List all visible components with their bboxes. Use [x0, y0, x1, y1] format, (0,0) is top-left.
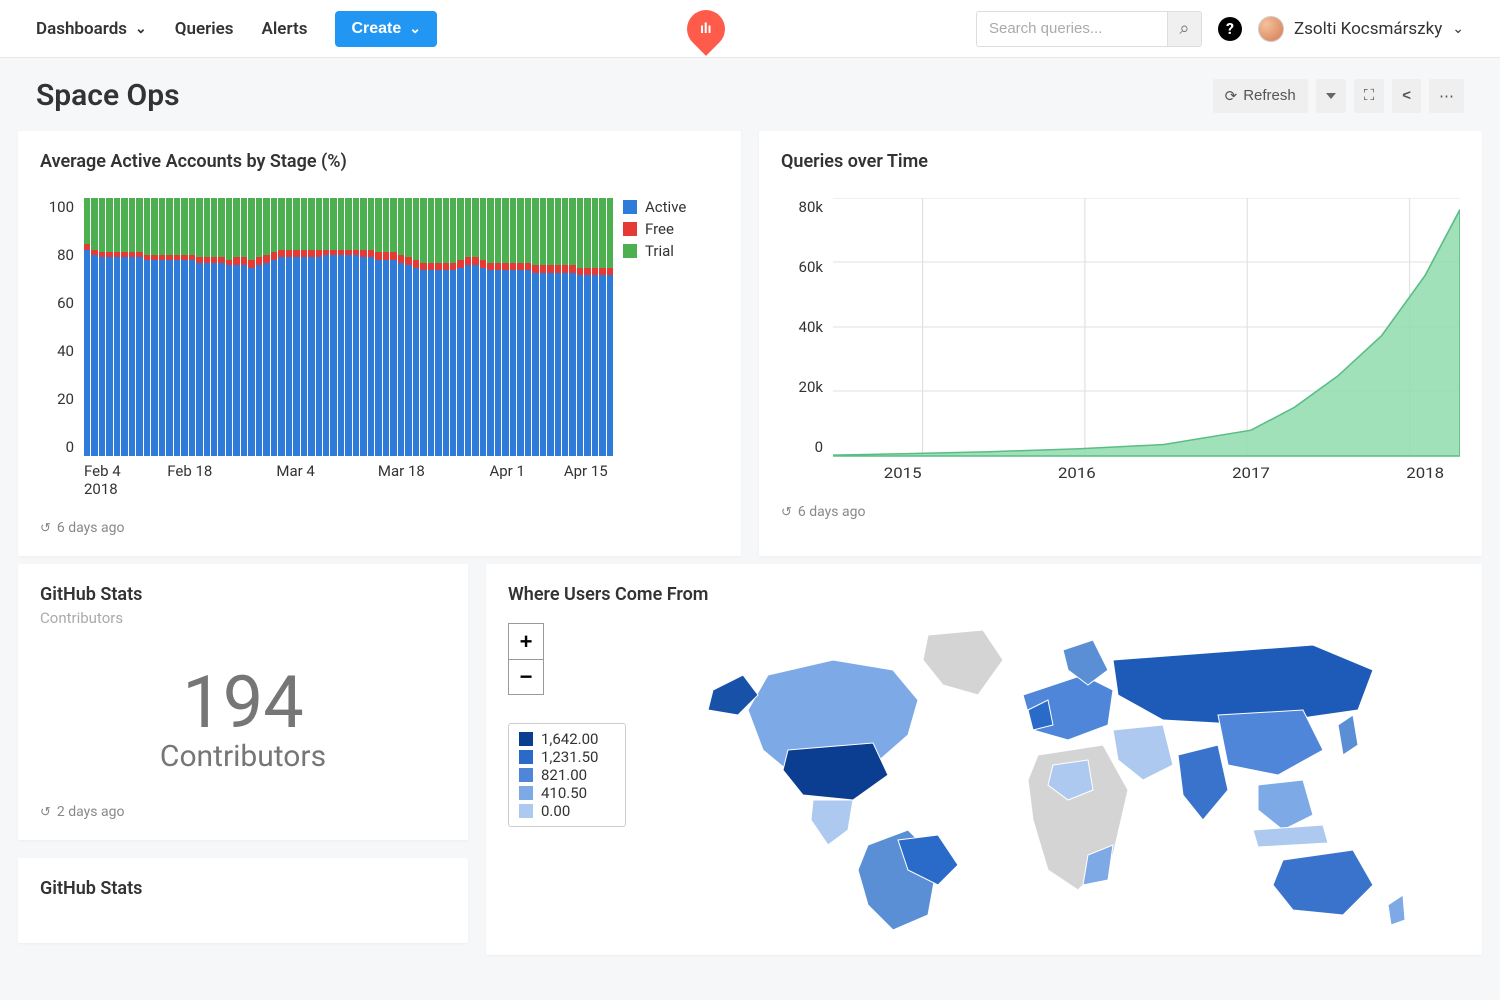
avatar: [1258, 16, 1284, 42]
map-legend: 1,642.00 1,231.50 821.00 410.50 0.00: [508, 723, 626, 827]
card-accounts-by-stage: Average Active Accounts by Stage (%) 100…: [18, 131, 741, 556]
accounts-y-axis: 100806040200: [40, 198, 74, 456]
user-menu[interactable]: Zsolti Kocsmárszky ⌄: [1258, 16, 1464, 42]
card-footer: 6 days ago: [40, 520, 719, 536]
create-button[interactable]: Create ⌄: [335, 11, 437, 47]
refresh-icon: [1225, 87, 1238, 105]
queries-area-svg: 2015 2016 2017 2018: [833, 198, 1460, 486]
map-legend-label: 821.00: [541, 766, 587, 784]
card-footer-text: 6 days ago: [798, 504, 866, 520]
header-right-tools: ? Zsolti Kocsmárszky ⌄: [976, 11, 1464, 47]
legend-item-active: Active: [623, 198, 719, 216]
map-body: + − 1,642.00 1,231.50 821.00 410.50 0.00: [508, 609, 1460, 935]
nav-queries[interactable]: Queries: [175, 19, 234, 39]
more-icon: [1439, 87, 1454, 105]
row-1: Average Active Accounts by Stage (%) 100…: [0, 127, 1500, 560]
search-wrap: [976, 11, 1202, 47]
search-input[interactable]: [977, 12, 1167, 45]
main-nav: Dashboards ⌄ Queries Alerts Create ⌄: [36, 11, 437, 47]
map-legend-row: 1,642.00: [519, 730, 615, 748]
create-button-label: Create: [351, 20, 401, 38]
card-title: GitHub Stats: [40, 584, 446, 605]
map-legend-label: 410.50: [541, 784, 587, 802]
card-footer-text: 2 days ago: [57, 804, 125, 820]
expand-icon: [1364, 87, 1375, 104]
accounts-x-axis: Feb 42018Feb 18Mar 4Mar 18Apr 1Apr 15: [84, 462, 613, 502]
clock-icon: [40, 804, 51, 820]
fullscreen-button[interactable]: [1354, 79, 1385, 113]
queries-chart: 80k60k40k20k0 2015 2016 2017 2018: [781, 198, 1460, 486]
card-footer: 6 days ago: [781, 504, 1460, 520]
map-legend-row: 821.00: [519, 766, 615, 784]
clock-icon: [781, 504, 792, 520]
map-zoom-out-button[interactable]: −: [508, 659, 544, 695]
svg-text:2018: 2018: [1406, 464, 1444, 482]
svg-text:2017: 2017: [1232, 464, 1270, 482]
refresh-button[interactable]: Refresh: [1213, 79, 1308, 113]
row-2: GitHub Stats Contributors 194 Contributo…: [0, 560, 1500, 959]
map-legend-row: 1,231.50: [519, 748, 615, 766]
card-footer-text: 6 days ago: [57, 520, 125, 536]
legend-label: Free: [645, 220, 674, 238]
map-zoom-in-button[interactable]: +: [508, 623, 544, 659]
logo-area: ılı: [437, 10, 976, 48]
svg-text:2016: 2016: [1058, 464, 1096, 482]
map-legend-row: 410.50: [519, 784, 615, 802]
world-map[interactable]: [646, 609, 1460, 935]
page-title: Space Ops: [36, 78, 1213, 113]
chevron-down-icon: ⌄: [409, 20, 421, 37]
nav-alerts[interactable]: Alerts: [262, 19, 308, 39]
map-zoom-controls: + −: [508, 623, 544, 695]
card-title: GitHub Stats: [40, 878, 446, 899]
accounts-legend: Active Free Trial: [623, 198, 719, 502]
svg-text:2015: 2015: [884, 464, 922, 482]
app-header: Dashboards ⌄ Queries Alerts Create ⌄ ılı…: [0, 0, 1500, 58]
queries-y-axis: 80k60k40k20k0: [781, 198, 823, 456]
nav-dashboards[interactable]: Dashboards ⌄: [36, 19, 147, 39]
chevron-down-icon: [1326, 93, 1336, 99]
card-where-users-come-from: Where Users Come From + − 1,642.00 1,231…: [486, 564, 1482, 955]
page-actions: Refresh: [1213, 79, 1464, 113]
clock-icon: [40, 520, 51, 536]
card-subtitle: Contributors: [40, 609, 446, 627]
chevron-down-icon: ⌄: [135, 21, 147, 37]
legend-item-free: Free: [623, 220, 719, 238]
share-button[interactable]: [1392, 79, 1421, 113]
card-title: Where Users Come From: [508, 584, 1460, 605]
map-legend-row: 0.00: [519, 802, 615, 820]
card-title: Queries over Time: [781, 151, 1460, 172]
map-legend-label: 0.00: [541, 802, 570, 820]
refresh-menu-button[interactable]: [1316, 79, 1346, 113]
search-button[interactable]: [1167, 12, 1201, 46]
accounts-bars: [84, 198, 613, 456]
card-github-stats-2: GitHub Stats: [18, 858, 468, 943]
user-name-label: Zsolti Kocsmárszky: [1294, 19, 1442, 39]
share-icon: [1402, 87, 1411, 104]
legend-item-trial: Trial: [623, 242, 719, 260]
accounts-chart: 100806040200 Feb 42018Feb 18Mar 4Mar 18A…: [40, 198, 719, 502]
chevron-down-icon: ⌄: [1452, 21, 1464, 37]
refresh-button-label: Refresh: [1243, 87, 1296, 104]
card-queries-over-time: Queries over Time 80k60k40k20k0 2015 2016…: [759, 131, 1482, 556]
help-icon[interactable]: ?: [1218, 17, 1242, 41]
stat-label: Contributors: [40, 739, 446, 774]
app-logo-icon[interactable]: ılı: [680, 2, 734, 56]
map-legend-label: 1,642.00: [541, 730, 599, 748]
map-legend-label: 1,231.50: [541, 748, 599, 766]
more-button[interactable]: [1429, 79, 1464, 113]
search-icon: [1179, 22, 1189, 37]
card-title: Average Active Accounts by Stage (%): [40, 151, 719, 172]
legend-label: Active: [645, 198, 686, 216]
nav-dashboards-label: Dashboards: [36, 19, 127, 39]
page-head: Space Ops Refresh: [0, 58, 1500, 127]
stat-value: 194: [40, 667, 446, 739]
card-github-stats-contributors: GitHub Stats Contributors 194 Contributo…: [18, 564, 468, 840]
card-footer: 2 days ago: [40, 804, 446, 820]
legend-label: Trial: [645, 242, 674, 260]
